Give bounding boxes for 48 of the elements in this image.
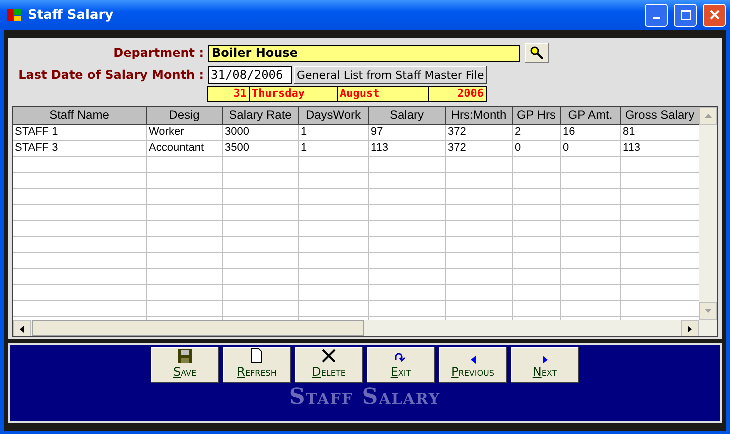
- table-cell: Worker: [147, 125, 223, 141]
- table-cell: 3000: [223, 125, 299, 141]
- date-part-field: Thursday: [249, 86, 338, 102]
- previous-button[interactable]: Previous: [439, 347, 507, 383]
- maximize-icon: [680, 10, 690, 20]
- table-cell: 372: [446, 125, 513, 141]
- column-header[interactable]: Gross Salary: [621, 107, 699, 125]
- exit-button[interactable]: Exit: [367, 347, 435, 383]
- close-icon: [710, 10, 720, 20]
- column-header[interactable]: Hrs:Month: [446, 107, 513, 125]
- next-button[interactable]: Next: [511, 347, 579, 383]
- column-header[interactable]: DaysWork: [299, 107, 369, 125]
- department-label: Department :: [112, 46, 205, 60]
- last-date-label: Last Date of Salary Month :: [18, 68, 205, 82]
- document-icon: [249, 348, 265, 364]
- date-part-field: August: [337, 86, 429, 102]
- date-part-field: 31: [207, 86, 250, 102]
- general-list-button[interactable]: General List from Staff Master File: [294, 66, 488, 84]
- x-mark-icon: [321, 348, 337, 364]
- date-part-field: 2006: [428, 86, 487, 102]
- date-field[interactable]: 31/08/2006: [208, 66, 292, 84]
- table-cell: STAFF 1: [13, 125, 147, 141]
- close-button[interactable]: [703, 4, 726, 26]
- table-cell: 16: [561, 125, 621, 141]
- app-icon: [6, 7, 22, 23]
- horizontal-scrollbar[interactable]: [13, 320, 717, 336]
- column-header[interactable]: Staff Name: [13, 107, 147, 125]
- right-arrow-icon[interactable]: [688, 326, 692, 332]
- window-title: Staff Salary: [28, 8, 115, 22]
- delete-button[interactable]: Delete: [295, 347, 363, 383]
- column-header[interactable]: Salary: [369, 107, 446, 125]
- right-triangle-icon: [542, 356, 548, 364]
- refresh-button[interactable]: Refresh: [223, 347, 291, 383]
- department-field[interactable]: Boiler House: [208, 44, 520, 62]
- search-button[interactable]: [525, 43, 549, 63]
- left-triangle-icon: [470, 356, 476, 364]
- column-header[interactable]: GP Amt.: [561, 107, 621, 125]
- table-cell: 97: [369, 125, 446, 141]
- footer-title: Staff Salary: [289, 384, 441, 410]
- column-header[interactable]: Desig: [147, 107, 223, 125]
- table-cell: 2: [513, 125, 561, 141]
- minimize-button[interactable]: [645, 4, 668, 26]
- column-header[interactable]: Salary Rate: [223, 107, 299, 125]
- left-arrow-icon[interactable]: [20, 326, 24, 332]
- table-cell: 1: [299, 125, 369, 141]
- column-header[interactable]: GP Hrs: [513, 107, 561, 125]
- save-button[interactable]: Save: [151, 347, 219, 383]
- maximize-button[interactable]: [674, 4, 697, 26]
